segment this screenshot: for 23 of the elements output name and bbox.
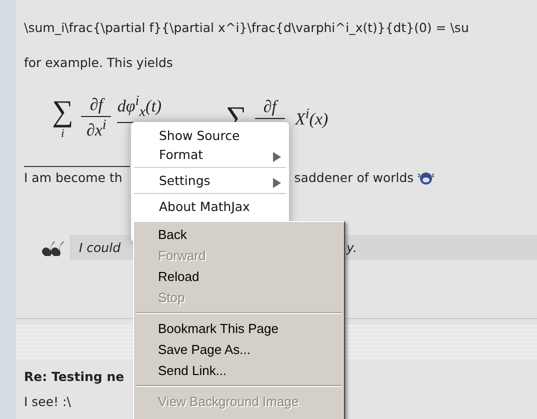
quote-mark-icon bbox=[42, 240, 64, 256]
menu-item[interactable]: Show Source bbox=[131, 126, 289, 145]
menu-item[interactable]: About MathJax bbox=[131, 197, 289, 216]
numerator: dφ$^{i}$$_{x}$(t) bbox=[117, 93, 162, 122]
menu-item[interactable]: Send Link... bbox=[134, 360, 344, 381]
reply-text: I see! :\ bbox=[24, 394, 71, 409]
math-term: X$^{i}$(x) bbox=[294, 106, 328, 130]
numerator: ∂f bbox=[263, 97, 277, 118]
crying-face-icon bbox=[416, 170, 435, 184]
denominator: ∂x$^{i}$ bbox=[86, 116, 106, 141]
numerator: ∂f bbox=[90, 95, 103, 116]
reply-title: Re: Testing ne bbox=[24, 369, 124, 384]
latex-source-text: \sum_i\frac{\partial f}{\partial x^i}\frac{d\varphi^i_x(t)}{dt}(0) = \su bbox=[24, 20, 470, 35]
signature-text: saddener of worlds bbox=[294, 170, 414, 185]
menu-item[interactable]: Bookmark This Page bbox=[134, 318, 344, 339]
quote-text: y. bbox=[346, 240, 357, 255]
sum-index: i bbox=[61, 127, 64, 139]
quote-text: I could bbox=[79, 240, 121, 255]
menu-item[interactable]: Reload bbox=[134, 266, 344, 287]
sum-symbol: ∑ bbox=[52, 97, 74, 127]
menu-item[interactable]: Back bbox=[134, 224, 344, 245]
paragraph-text: for example. This yields bbox=[24, 55, 174, 70]
signature-text: I am become th bbox=[24, 170, 122, 185]
